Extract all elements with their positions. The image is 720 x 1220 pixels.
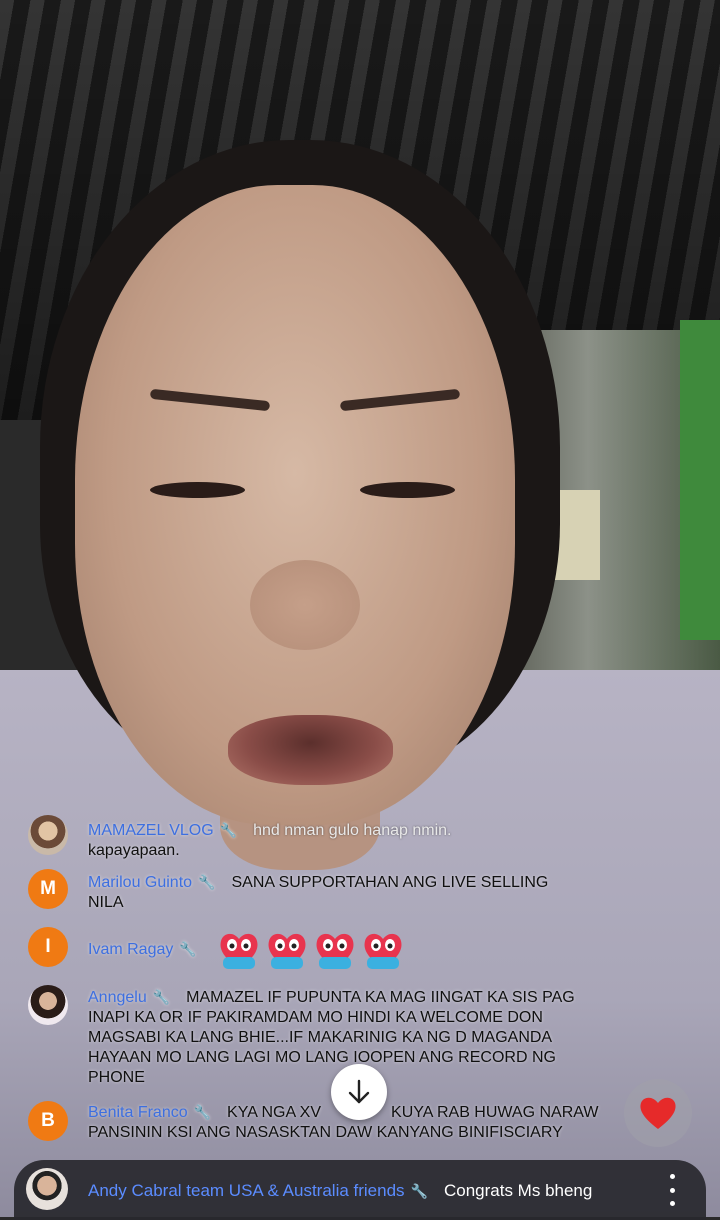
avatar[interactable] [28, 815, 68, 855]
heart-face-emoji [313, 929, 357, 971]
comment-text-after: KUYA RAB HUWAG NARAW [391, 1104, 599, 1121]
more-vertical-icon[interactable] [664, 1174, 680, 1206]
arrow-down-icon [348, 1079, 370, 1104]
avatar[interactable]: B [28, 1101, 68, 1141]
avatar[interactable]: I [28, 927, 68, 967]
avatar[interactable] [26, 1168, 68, 1210]
wrench-icon: 🔧 [152, 989, 171, 1005]
heart-face-emoji [217, 929, 261, 971]
comment-text: SANA SUPPORTAHAN ANG LIVE SELLING [231, 874, 549, 891]
comment-text: MAMAZEL IF PUPUNTA KA MAG IINGAT KA SIS [186, 989, 538, 1006]
wrench-icon: 🔧 [193, 1104, 212, 1120]
comment-text: KYA NGA XV [227, 1104, 322, 1121]
comment-text: hnd nman gulo hanap nmin. [253, 822, 452, 839]
like-button[interactable] [624, 1079, 692, 1147]
comment-text-cont: kapayapaan. [88, 842, 180, 859]
bottom-comment-bar[interactable]: Andy Cabral team USA & Australia friends… [14, 1160, 706, 1220]
comment-text-cont: PANSININ KSI ANG NASASKTAN DAW KANYANG B… [88, 1124, 563, 1141]
comment-username[interactable]: Ivam Ragay [88, 941, 173, 958]
heart-face-emoji [265, 929, 309, 971]
wrench-icon: 🔧 [179, 941, 197, 957]
scroll-down-button[interactable] [331, 1064, 387, 1120]
comment-username[interactable]: Benita Franco [88, 1104, 188, 1121]
avatar[interactable] [28, 985, 68, 1025]
wrench-icon: 🔧 [410, 1183, 428, 1199]
heart-face-emoji [361, 929, 405, 971]
comment-username[interactable]: Marilou Guinto [88, 874, 192, 891]
heart-icon [640, 1097, 676, 1129]
emoji-group [217, 929, 405, 971]
avatar[interactable]: M [28, 869, 68, 909]
comment-username[interactable]: Anngelu [88, 989, 147, 1006]
wrench-icon: 🔧 [198, 874, 216, 890]
wrench-icon: 🔧 [219, 822, 238, 838]
comment-username[interactable]: Andy Cabral team USA & Australia friends [88, 1181, 405, 1200]
comment-username[interactable]: MAMAZEL VLOG [88, 822, 214, 839]
comment-text: Congrats Ms bheng [443, 1181, 593, 1200]
comment-text-cont: NILA [88, 894, 124, 911]
